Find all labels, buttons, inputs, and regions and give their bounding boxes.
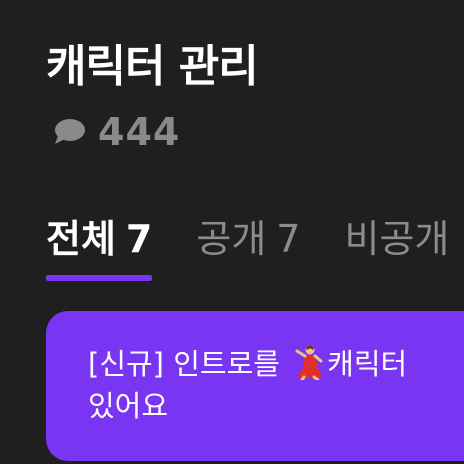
speech-bubble-icon — [52, 117, 86, 147]
page-title: 캐릭터 관리 — [46, 41, 259, 92]
tab-private-label: 비공개 — [344, 217, 450, 261]
new-feature-banner[interactable]: [신규] 인트로를 캐릭터 있어요 — [46, 311, 464, 461]
character-management-screen: 캐릭터 관리 444 전체 7 공개 7 비공개 [신규] 인트로를 캐릭터 있… — [0, 0, 464, 464]
tab-private[interactable]: 비공개 — [344, 208, 449, 281]
banner-suffix: 캐릭터 — [327, 347, 408, 381]
tab-public-label: 공개 — [196, 217, 267, 261]
tab-all-count: 7 — [125, 217, 153, 261]
comment-stats: 444 — [52, 110, 180, 154]
tab-all[interactable]: 전체 7 — [46, 208, 153, 281]
tab-public-count: 7 — [276, 217, 301, 261]
tab-all-label: 전체 — [46, 217, 116, 261]
tab-bar: 전체 7 공개 7 비공개 — [46, 208, 449, 281]
banner-text: [신규] 인트로를 캐릭터 있어요 — [88, 343, 407, 427]
tab-public[interactable]: 공개 7 — [196, 208, 300, 281]
dancing-woman-icon — [291, 344, 325, 382]
comment-count: 444 — [98, 110, 181, 154]
banner-prefix: [신규] 인트로를 — [88, 347, 280, 381]
banner-line2: 있어요 — [88, 389, 169, 423]
